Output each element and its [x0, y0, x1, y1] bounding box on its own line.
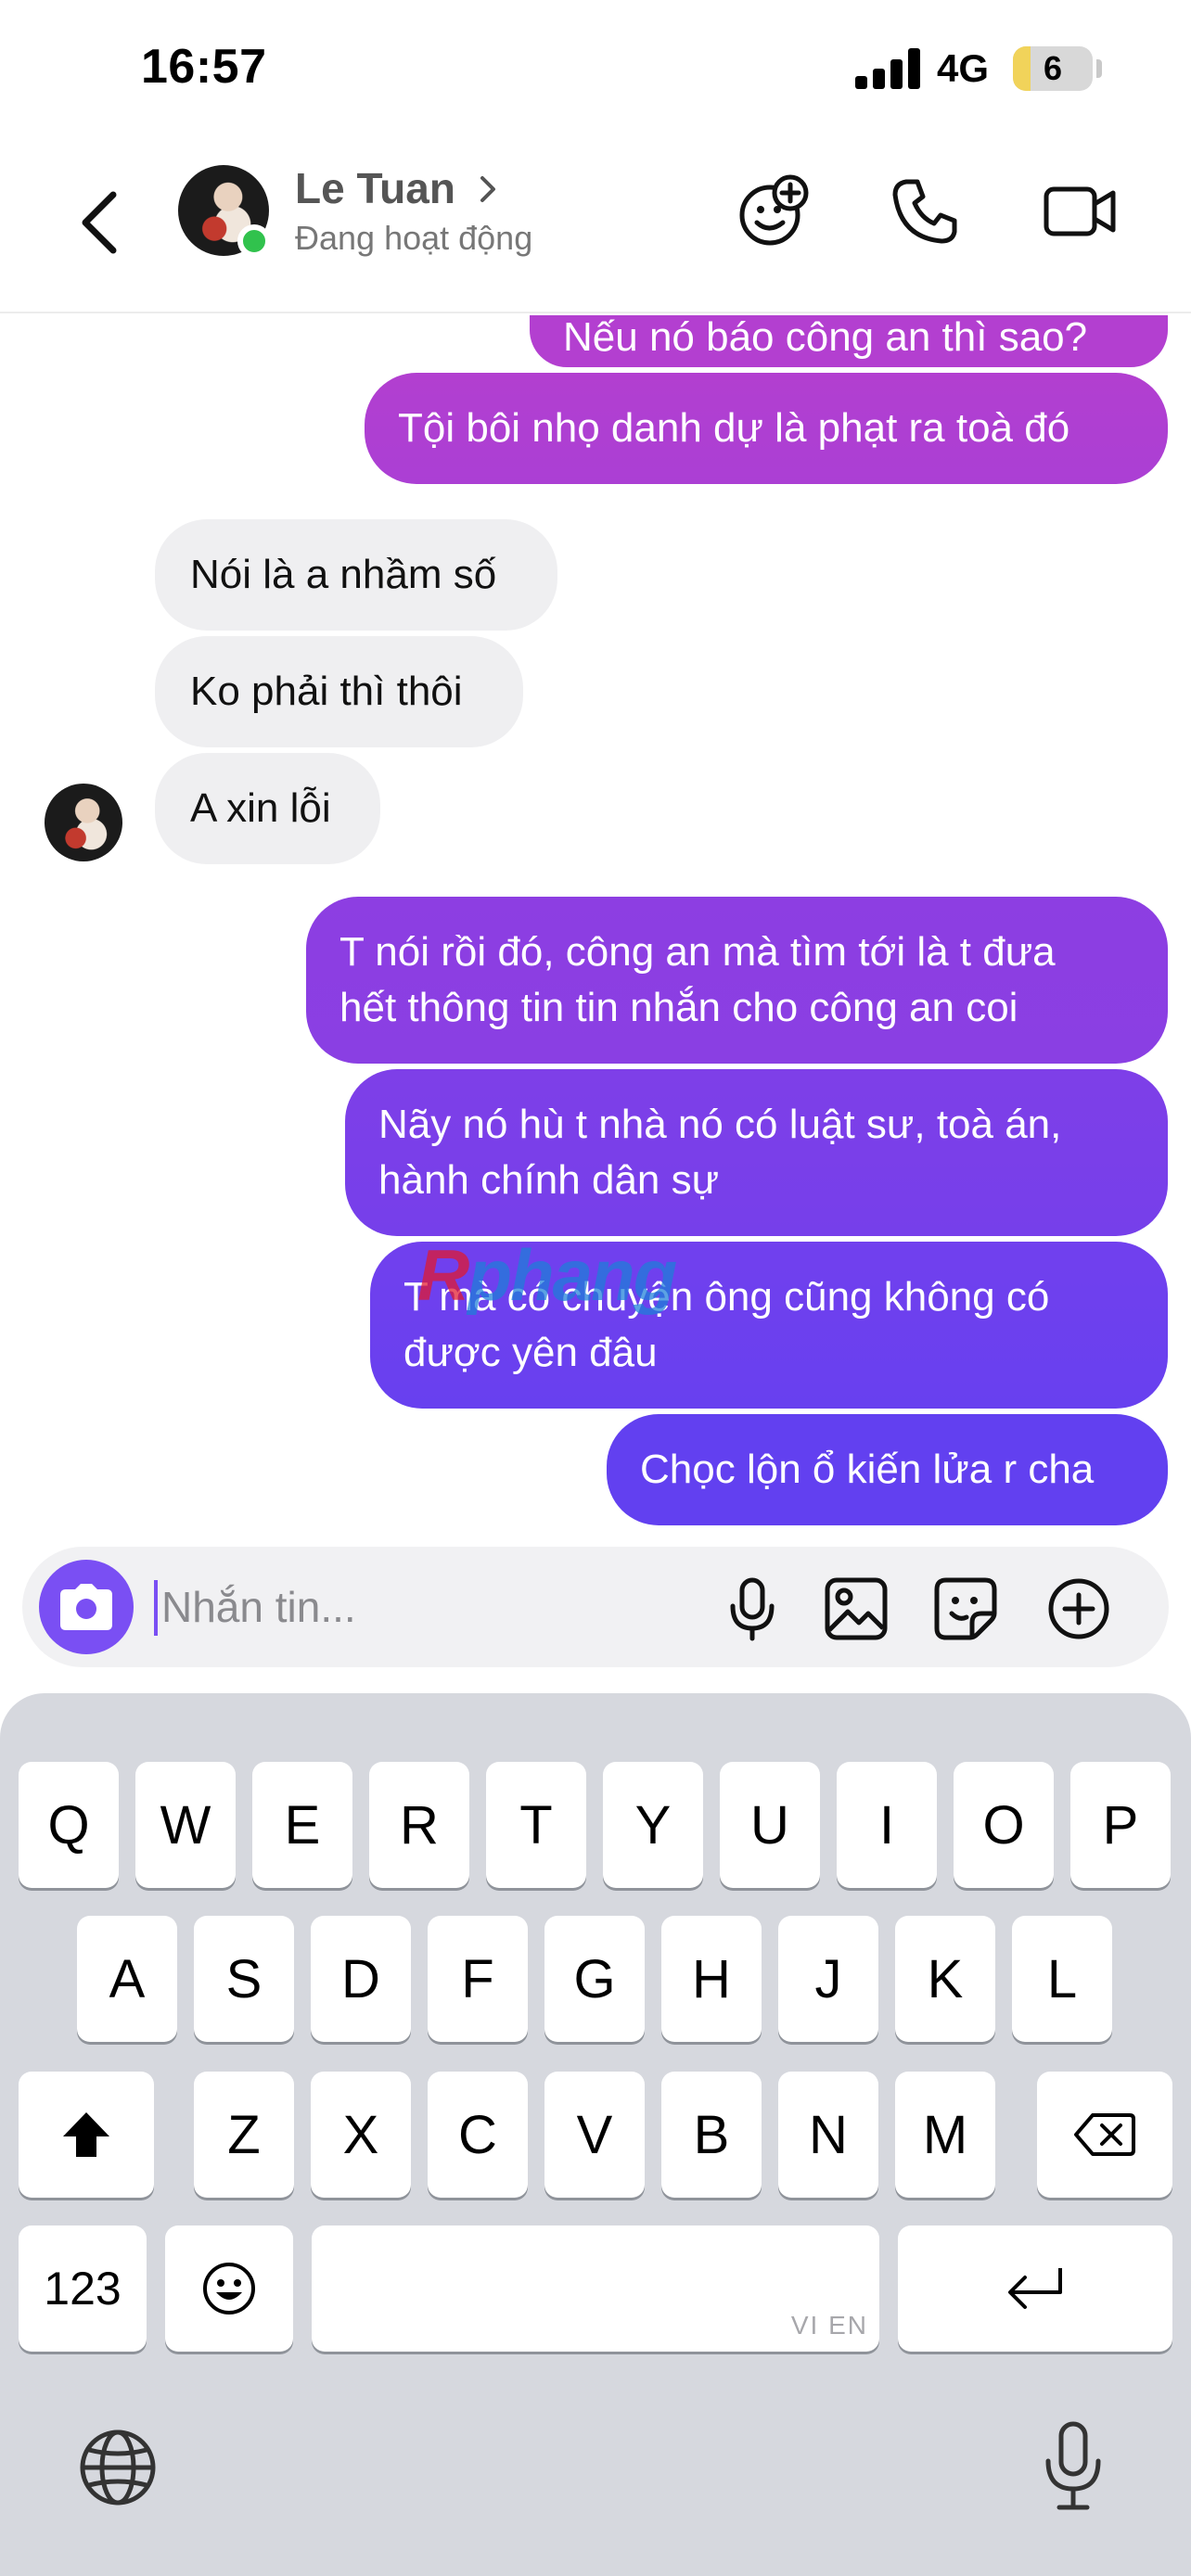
message-text-line: Nãy nó hù t nhà nó có luật sư, toà án, [378, 1102, 1062, 1147]
message-text: Nếu nó báo công an thì sao? [563, 315, 1088, 360]
return-icon [1008, 2268, 1062, 2309]
numbers-key[interactable]: 123 [19, 2225, 147, 2352]
message-text: Chọc lộn ổ kiến lửa r cha [640, 1447, 1095, 1492]
sticker-icon[interactable] [933, 1576, 998, 1641]
message-bubble-outgoing[interactable]: Chọc lộn ổ kiến lửa r cha [607, 1414, 1168, 1525]
add-emoji-group-icon[interactable] [735, 172, 813, 250]
message-text: Tội bôi nhọ danh dự là phạt ra toà đó [398, 405, 1070, 451]
message-text-line: hết thông tin tin nhắn cho công an coi [339, 985, 1018, 1030]
backspace-icon [1074, 2113, 1135, 2156]
key-n[interactable]: N [778, 2072, 878, 2198]
contact-name[interactable]: Le Tuan [295, 163, 455, 213]
key-a[interactable]: A [77, 1916, 177, 2042]
camera-icon [60, 1584, 112, 1630]
key-c[interactable]: C [428, 2072, 528, 2198]
battery-level: 6 [1043, 49, 1063, 87]
spacebar[interactable]: VI EN [312, 2225, 879, 2352]
message-bubble-outgoing[interactable]: Nếu nó báo công an thì sao? [530, 315, 1168, 367]
key-b[interactable]: B [661, 2072, 762, 2198]
message-bubble-outgoing[interactable]: T nói rồi đó, công an mà tìm tới là t đư… [306, 897, 1168, 1064]
network-type: 4G [937, 46, 990, 90]
globe-icon[interactable] [78, 2428, 158, 2507]
message-text-line: được yên đâu [403, 1330, 658, 1375]
key-o[interactable]: O [954, 1762, 1054, 1888]
emoji-icon [203, 2263, 255, 2315]
message-input[interactable] [161, 1569, 681, 1645]
key-s[interactable]: S [194, 1916, 294, 2042]
status-time: 16:57 [141, 40, 267, 94]
message-bubble-incoming[interactable]: Ko phải thì thôi [155, 636, 523, 747]
message-text-line: hành chính dân sự [378, 1157, 720, 1203]
key-i[interactable]: I [837, 1762, 937, 1888]
message-bubble-incoming[interactable]: A xin lỗi [155, 753, 380, 864]
emoji-key[interactable] [165, 2225, 293, 2352]
key-h[interactable]: H [661, 1916, 762, 2042]
dictation-icon[interactable] [1041, 2420, 1106, 2513]
video-camera-icon[interactable] [1041, 172, 1119, 250]
key-t[interactable]: T [486, 1762, 586, 1888]
key-e[interactable]: E [252, 1762, 352, 1888]
message-bubble-incoming[interactable]: Nói là a nhầm số [155, 519, 557, 631]
key-m[interactable]: M [895, 2072, 995, 2198]
message-bubble-outgoing[interactable]: Tội bôi nhọ danh dự là phạt ra toà đó [365, 373, 1168, 484]
backspace-key[interactable] [1037, 2072, 1172, 2198]
key-q[interactable]: Q [19, 1762, 119, 1888]
message-text: A xin lỗi [190, 785, 331, 831]
key-p[interactable]: P [1070, 1762, 1171, 1888]
key-x[interactable]: X [311, 2072, 411, 2198]
message-list[interactable]: Nếu nó báo công an thì sao? Tội bôi nhọ … [0, 315, 1191, 1539]
key-w[interactable]: W [135, 1762, 236, 1888]
camera-button[interactable] [39, 1560, 134, 1654]
key-k[interactable]: K [895, 1916, 995, 2042]
return-key[interactable] [898, 2225, 1172, 2352]
text-caret [154, 1580, 158, 1636]
key-d[interactable]: D [311, 1916, 411, 2042]
sender-avatar[interactable] [45, 784, 122, 861]
battery-cap [1096, 59, 1102, 78]
shift-key[interactable] [19, 2072, 154, 2198]
message-text: Ko phải thì thôi [190, 669, 463, 714]
online-indicator [237, 224, 271, 258]
chevron-right-icon[interactable] [475, 169, 503, 210]
key-y[interactable]: Y [603, 1762, 703, 1888]
chat-header: Le Tuan Đang hoạt động [0, 139, 1191, 313]
key-z[interactable]: Z [194, 2072, 294, 2198]
message-bubble-outgoing[interactable]: T mà có chuyện ông cũng không có được yê… [370, 1242, 1168, 1409]
plus-circle-icon[interactable] [1046, 1576, 1111, 1641]
status-bar: 16:57 4G 6 [0, 0, 1191, 139]
key-l[interactable]: L [1012, 1916, 1112, 2042]
key-g[interactable]: G [544, 1916, 645, 2042]
signal-icon [855, 48, 922, 89]
battery-icon: 6 [1013, 46, 1093, 91]
key-r[interactable]: R [369, 1762, 469, 1888]
microphone-icon[interactable] [720, 1576, 785, 1641]
key-j[interactable]: J [778, 1916, 878, 2042]
message-composer [22, 1547, 1169, 1667]
key-f[interactable]: F [428, 1916, 528, 2042]
back-chevron-icon[interactable] [65, 176, 139, 269]
shift-icon [63, 2112, 109, 2157]
message-text: Nói là a nhầm số [190, 552, 497, 597]
contact-status: Đang hoạt động [295, 219, 533, 257]
message-text-line: T mà có chuyện ông cũng không có [403, 1274, 1050, 1320]
message-text-line: T nói rồi đó, công an mà tìm tới là t đư… [339, 929, 1056, 975]
message-bubble-outgoing[interactable]: Nãy nó hù t nhà nó có luật sư, toà án, h… [345, 1069, 1168, 1236]
phone-icon[interactable] [886, 172, 964, 250]
key-u[interactable]: U [720, 1762, 820, 1888]
language-hint: VI EN [790, 2311, 868, 2340]
image-icon[interactable] [824, 1576, 889, 1641]
key-v[interactable]: V [544, 2072, 645, 2198]
